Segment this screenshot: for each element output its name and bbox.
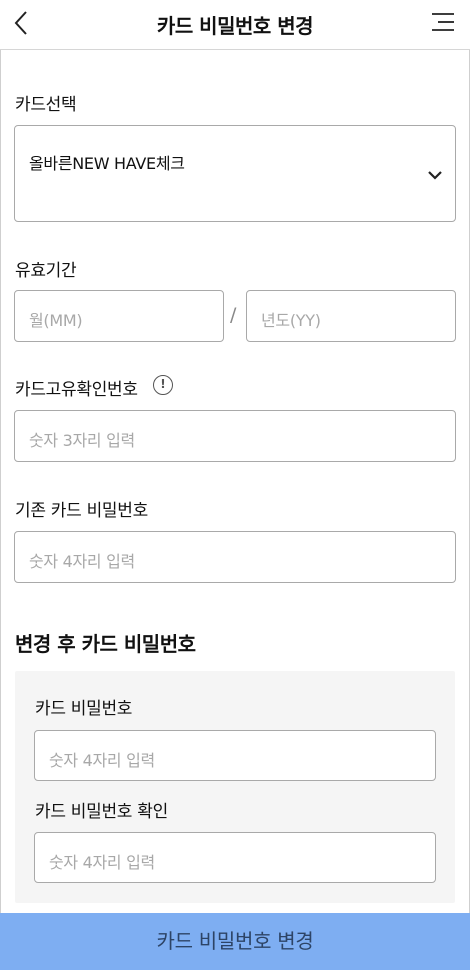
card-id-label: 카드고유확인번호: [15, 380, 138, 400]
confirm-pin-placeholder: 숫자 4자리 입력: [49, 853, 155, 872]
expiry-label: 유효기간: [15, 261, 77, 281]
card-select-dropdown[interactable]: 올바른NEW HAVE체크: [14, 125, 456, 222]
card-select-value: 올바른NEW HAVE체크: [29, 154, 185, 173]
current-pin-label: 기존 카드 비밀번호: [15, 501, 148, 521]
current-pin-placeholder: 숫자 4자리 입력: [29, 552, 135, 571]
expiry-month-placeholder: 월(MM): [29, 311, 83, 330]
card-id-input[interactable]: 숫자 3자리 입력: [14, 410, 456, 462]
chevron-down-icon: [427, 166, 443, 180]
expiry-year-placeholder: 년도(YY): [261, 311, 321, 330]
new-pin-input[interactable]: 숫자 4자리 입력: [34, 730, 436, 781]
page-title: 카드 비밀번호 변경: [156, 14, 314, 38]
expiry-month-input[interactable]: 월(MM): [14, 290, 224, 342]
submit-button[interactable]: 카드 비밀번호 변경: [0, 913, 470, 970]
new-pin-section-title: 변경 후 카드 비밀번호: [15, 632, 196, 656]
current-pin-input[interactable]: 숫자 4자리 입력: [14, 531, 456, 583]
new-pin-panel: 카드 비밀번호 숫자 4자리 입력 카드 비밀번호 확인 숫자 4자리 입력: [15, 671, 455, 903]
header: 카드 비밀번호 변경: [0, 0, 470, 50]
menu-icon[interactable]: [430, 11, 456, 33]
confirm-pin-label: 카드 비밀번호 확인: [35, 802, 168, 822]
new-pin-placeholder: 숫자 4자리 입력: [49, 751, 155, 770]
card-select-label: 카드선택: [15, 95, 77, 115]
expiry-separator: /: [230, 304, 237, 326]
confirm-pin-input[interactable]: 숫자 4자리 입력: [34, 832, 436, 883]
expiry-year-input[interactable]: 년도(YY): [246, 290, 456, 342]
info-icon[interactable]: !: [153, 375, 173, 395]
new-pin-label: 카드 비밀번호: [35, 699, 133, 719]
card-id-placeholder: 숫자 3자리 입력: [29, 431, 135, 450]
